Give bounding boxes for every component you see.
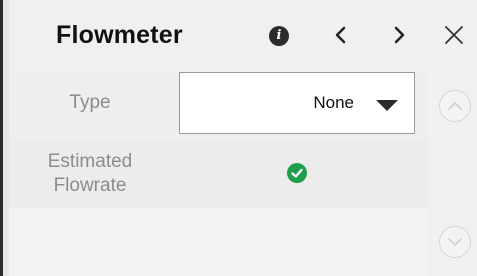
panel-title: Flowmeter (56, 21, 183, 49)
scroll-down-button[interactable] (439, 226, 471, 258)
close-icon (445, 26, 463, 44)
scroll-up-button[interactable] (439, 90, 471, 122)
chevron-left-icon (335, 26, 346, 44)
chevron-right-icon (394, 26, 405, 44)
scroll-rail (427, 70, 477, 276)
estimated-flowrate-label: Estimated Flowrate (9, 150, 171, 198)
panel-content: Type None Estimated Flowrate (9, 70, 427, 276)
panel-header: Flowmeter i (9, 0, 477, 70)
caret-down-icon (376, 100, 398, 111)
flowmeter-panel: Flowmeter i Type None Estimated Flowrate (0, 0, 477, 276)
check-circle-icon[interactable] (287, 163, 307, 183)
previous-button[interactable] (329, 20, 353, 50)
empty-row (9, 208, 427, 276)
chevron-down-icon (448, 238, 462, 246)
type-select[interactable]: None (179, 72, 415, 134)
type-row: Type None (9, 70, 427, 140)
estimated-flowrate-label-line1: Estimated (47, 151, 133, 172)
checkmark-icon (291, 168, 303, 178)
close-button[interactable] (441, 22, 467, 48)
chevron-up-icon (448, 102, 462, 110)
estimated-flowrate-row: Estimated Flowrate (9, 140, 427, 208)
type-label: Type (69, 92, 111, 113)
estimated-flowrate-label-line2: Flowrate (53, 175, 127, 196)
next-button[interactable] (387, 20, 411, 50)
type-select-value: None (313, 93, 354, 112)
info-icon[interactable]: i (269, 26, 289, 46)
